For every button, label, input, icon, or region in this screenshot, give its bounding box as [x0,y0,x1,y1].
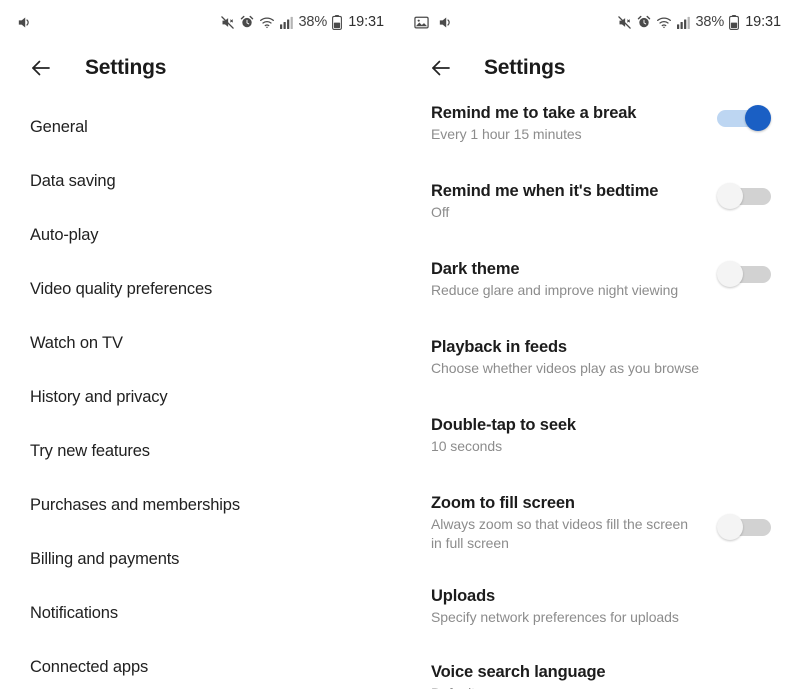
pref-title: Zoom to fill screen [431,494,575,512]
list-item-label: Watch on TV [30,333,123,352]
pref-subtitle: Choose whether videos play as you browse [431,360,700,376]
left-app-bar: Settings [0,44,398,92]
toggle-knob [717,261,743,287]
status-clock: 19:31 [348,14,384,30]
toggle-knob [717,183,743,209]
mute-vibrate-icon [617,15,632,30]
settings-category-list: General Data saving Auto-play Video qual… [0,92,398,689]
sidebar-item-auto-play[interactable]: Auto-play [0,208,398,262]
sidebar-item-purchases-and-memberships[interactable]: Purchases and memberships [0,478,398,532]
page-title: Settings [85,56,167,79]
battery-icon [332,14,343,30]
pref-title: Playback in feeds [431,338,567,356]
back-arrow-icon[interactable] [24,51,58,85]
pref-voice-search-language[interactable]: Voice search language Default [398,649,795,689]
pref-text-block: Remind me to take a break Every 1 hour 1… [431,102,705,144]
list-item-label: Auto-play [30,225,99,244]
toggle-knob [745,105,771,131]
list-item-label: Connected apps [30,657,149,676]
pref-zoom-to-fill-screen[interactable]: Zoom to fill screen Always zoom so that … [398,478,795,573]
pref-title: Double-tap to seek [431,416,576,434]
cellular-signal-icon [677,16,691,29]
sidebar-item-billing-and-payments[interactable]: Billing and payments [0,532,398,586]
pref-subtitle: 10 seconds [431,438,503,454]
battery-icon [729,14,740,30]
battery-percentage: 38% [298,14,328,30]
list-item-label: Try new features [30,441,150,460]
toggle-remind-me-to-take-a-break[interactable] [717,105,771,131]
screenshot-image-icon [414,15,429,30]
alarm-clock-icon [637,15,651,29]
status-clock: 19:31 [745,14,781,30]
alarm-clock-icon [240,15,254,29]
pref-subtitle: Always zoom so that videos fill the scre… [431,516,689,551]
right-status-bar-left-icons [414,14,617,31]
sidebar-item-try-new-features[interactable]: Try new features [0,424,398,478]
list-item-label: History and privacy [30,387,168,406]
pref-text-block: Remind me when it's bedtime Off [431,180,705,222]
pref-subtitle: Specify network preferences for uploads [431,609,679,625]
pref-text-block: Double-tap to seek 10 seconds [431,414,771,456]
list-item-label: Purchases and memberships [30,495,240,514]
pref-subtitle: Reduce glare and improve night viewing [431,282,679,298]
toggle-remind-me-when-its-bedtime[interactable] [717,183,771,209]
sidebar-item-video-quality-preferences[interactable]: Video quality preferences [0,262,398,316]
pref-text-block: Zoom to fill screen Always zoom so that … [431,492,705,553]
pref-title: Voice search language [431,663,606,681]
sidebar-item-watch-on-tv[interactable]: Watch on TV [0,316,398,370]
volume-speaker-icon [16,14,33,31]
left-status-bar: 38% 19:31 [0,0,398,44]
list-item-label: Billing and payments [30,549,180,568]
pref-text-block: Uploads Specify network preferences for … [431,585,771,627]
right-status-bar-right-icons: 38% 19:31 [617,14,781,30]
sidebar-item-general[interactable]: General [0,100,398,154]
pref-title: Remind me when it's bedtime [431,182,659,200]
right-status-bar: 38% 19:31 [398,0,795,44]
list-item-label: Data saving [30,171,116,190]
volume-speaker-icon [437,14,454,31]
dual-screenshot-container: 38% 19:31 Settings General Data saving A… [0,0,795,689]
pref-double-tap-to-seek[interactable]: Double-tap to seek 10 seconds [398,400,795,478]
pref-subtitle: Every 1 hour 15 minutes [431,126,582,142]
mute-vibrate-icon [220,15,235,30]
back-arrow-icon[interactable] [424,51,458,85]
pref-subtitle: Default [431,684,703,689]
right-app-bar: Settings [398,44,795,92]
wifi-icon [656,15,672,29]
list-item-label: Video quality preferences [30,279,213,298]
pref-text-block: Dark theme Reduce glare and improve nigh… [431,258,705,300]
pref-remind-me-to-take-a-break[interactable]: Remind me to take a break Every 1 hour 1… [398,94,795,166]
toggle-zoom-to-fill-screen[interactable] [717,514,771,540]
pref-remind-me-when-its-bedtime[interactable]: Remind me when it's bedtime Off [398,166,795,244]
sidebar-item-connected-apps[interactable]: Connected apps [0,640,398,689]
pref-dark-theme[interactable]: Dark theme Reduce glare and improve nigh… [398,244,795,322]
list-item-label: General [30,117,88,136]
sidebar-item-notifications[interactable]: Notifications [0,586,398,640]
wifi-icon [259,15,275,29]
page-title: Settings [484,56,566,79]
sidebar-item-data-saving[interactable]: Data saving [0,154,398,208]
pref-uploads[interactable]: Uploads Specify network preferences for … [398,573,795,649]
right-phone-screen: 38% 19:31 Settings Remind me to take a b… [398,0,795,689]
left-phone-screen: 38% 19:31 Settings General Data saving A… [0,0,398,689]
cellular-signal-icon [280,16,294,29]
pref-title: Uploads [431,587,496,605]
toggle-knob [717,514,743,540]
pref-playback-in-feeds[interactable]: Playback in feeds Choose whether videos … [398,322,795,400]
toggle-dark-theme[interactable] [717,261,771,287]
pref-text-block: Playback in feeds Choose whether videos … [431,336,771,378]
left-status-bar-left-icons [16,14,220,31]
battery-percentage: 38% [695,14,725,30]
list-item-label: Notifications [30,603,118,622]
pref-title: Remind me to take a break [431,104,637,122]
left-status-bar-right-icons: 38% 19:31 [220,14,384,30]
general-settings-list: Remind me to take a break Every 1 hour 1… [398,92,795,689]
sidebar-item-history-and-privacy[interactable]: History and privacy [0,370,398,424]
pref-title: Dark theme [431,260,520,278]
pref-subtitle: Off [431,204,450,220]
pref-text-block: Voice search language Default [431,661,771,689]
